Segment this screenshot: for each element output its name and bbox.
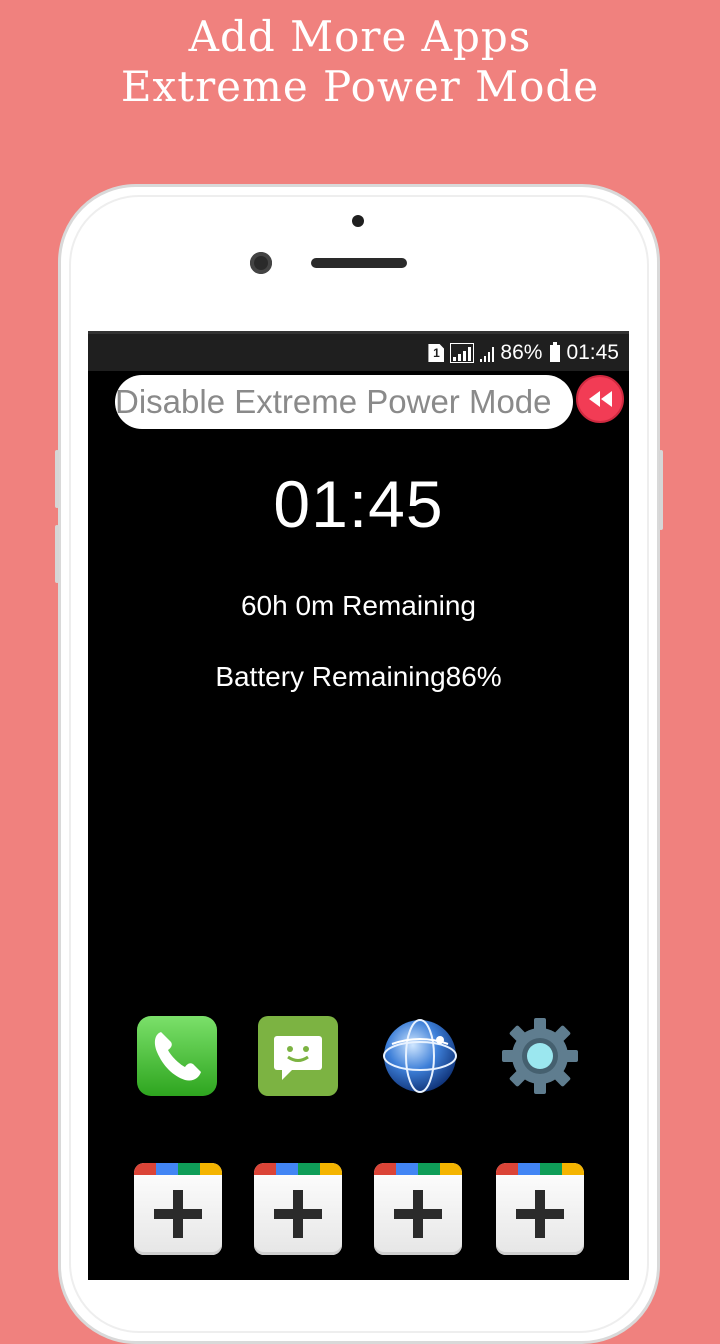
signal-strength-icon: [480, 344, 495, 362]
battery-remaining-text: Battery Remaining86%: [215, 661, 502, 692]
add-app-slot-1[interactable]: [134, 1163, 222, 1255]
clock-display: 01:45: [273, 467, 444, 541]
plus-icon: [413, 1190, 423, 1238]
earpiece-speaker: [311, 258, 407, 268]
plus-icon: [173, 1190, 183, 1238]
phone-screen: 1 86% 01:45 Disable Extreme Power Mode 0…: [88, 331, 629, 1280]
time-remaining-text: 60h 0m Remaining: [240, 590, 477, 621]
sim-card-icon: 1: [428, 344, 445, 362]
rewind-button[interactable]: [576, 375, 624, 423]
power-button: [659, 450, 663, 530]
signal-strength-icon: [450, 343, 475, 363]
color-stripe: [254, 1163, 342, 1175]
rewind-icon: [589, 391, 612, 407]
proximity-sensor: [352, 215, 364, 227]
color-stripe: [374, 1163, 462, 1175]
messages-icon[interactable]: [256, 1014, 340, 1098]
promo-line-1: Add More Apps: [188, 12, 532, 61]
promo-line-2: Extreme Power Mode: [120, 62, 600, 111]
plus-icon: [535, 1190, 545, 1238]
color-stripe: [134, 1163, 222, 1175]
volume-button: [55, 525, 59, 583]
color-stripe: [496, 1163, 584, 1175]
status-time: 01:45: [566, 341, 619, 364]
promo-headline: Add More Apps Extreme Power Mode: [0, 12, 720, 112]
add-app-slot-2[interactable]: [254, 1163, 342, 1255]
plus-icon: [293, 1190, 303, 1238]
settings-gear-icon[interactable]: [498, 1014, 582, 1098]
front-camera: [250, 252, 272, 274]
browser-globe-icon[interactable]: [378, 1014, 462, 1098]
disable-button-label: Disable Extreme Power Mode: [115, 383, 552, 420]
phone-icon[interactable]: [135, 1014, 219, 1098]
add-app-slot-4[interactable]: [496, 1163, 584, 1255]
disable-extreme-power-mode-button[interactable]: Disable Extreme Power Mode: [115, 375, 573, 429]
status-bar: 1 86% 01:45: [88, 331, 629, 371]
battery-percent: 86%: [500, 341, 543, 364]
add-app-slot-3[interactable]: [374, 1163, 462, 1255]
volume-button: [55, 450, 59, 508]
battery-icon: [550, 341, 561, 362]
